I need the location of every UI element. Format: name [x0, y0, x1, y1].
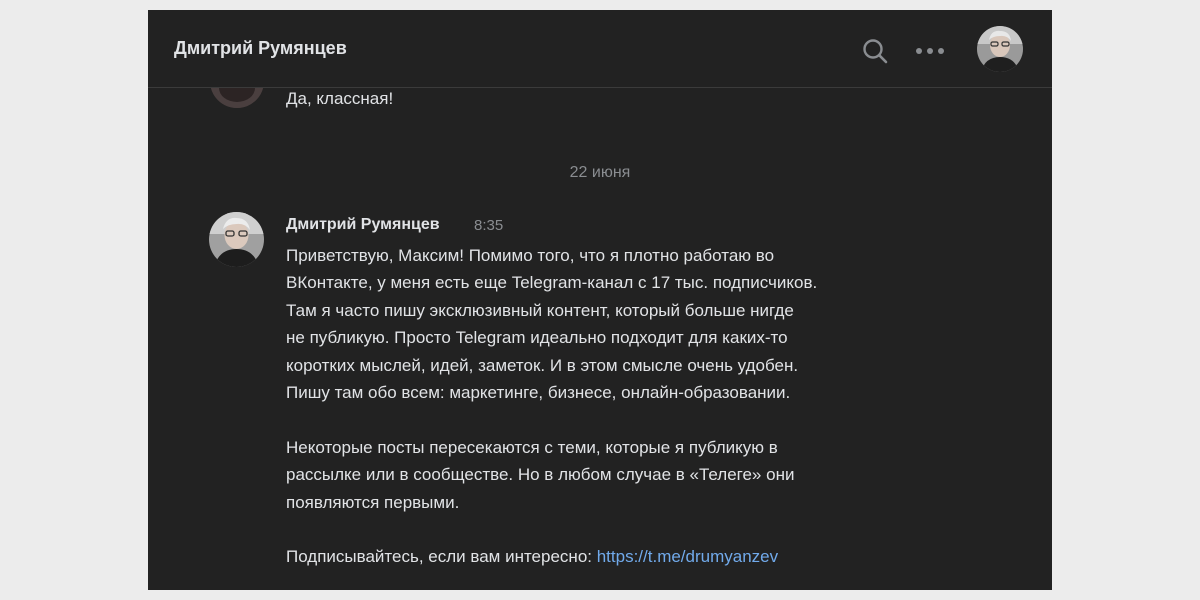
date-separator: 22 июня	[569, 164, 631, 181]
chat-header: Дмитрий Румянцев	[148, 10, 1052, 88]
chat-title: Дмитрий Румянцев	[174, 38, 347, 58]
avatar[interactable]	[977, 26, 1023, 72]
message-line: не публикую. Просто Telegram идеально по…	[286, 328, 788, 348]
previous-message-text: Да, классная!	[286, 89, 394, 108]
telegram-link[interactable]: https://t.me/drumyanzev	[597, 547, 778, 566]
message-line: Приветствую, Максим! Помимо того, что я …	[286, 246, 775, 265]
more-icon[interactable]	[915, 46, 945, 56]
cta-text: Подписывайтесь, если вам интересно:	[286, 547, 597, 567]
message-cta-line: Подписывайтесь, если вам интересно: http…	[286, 543, 986, 570]
message-line: Пишу там обо всем: маркетинге, бизнесе, …	[286, 383, 791, 403]
message-line: Некоторые посты пересекаются с теми, кот…	[286, 437, 778, 457]
message-author-avatar[interactable]	[209, 212, 264, 267]
message-line: появляются первыми.	[286, 492, 460, 512]
message-line: ВКонтакте, у меня есть еще Telegram-кана…	[286, 273, 818, 293]
chat-window: Дмитрий Румянцев Да, классная! 22 июня Д…	[148, 10, 1052, 590]
previous-message-avatar[interactable]	[210, 88, 264, 108]
message-line: коротких мыслей, идей, заметок. И в этом…	[286, 355, 799, 375]
message-author-name[interactable]: Дмитрий Румянцев	[286, 216, 440, 234]
search-icon[interactable]	[862, 38, 888, 64]
message-line: Там я часто пишу эксклюзивный контент, к…	[286, 300, 794, 320]
message-line: рассылке или в сообществе. Но в любом сл…	[286, 465, 795, 485]
message-feed[interactable]: Да, классная! 22 июня Дмитрий Румянцев 8…	[148, 88, 1052, 590]
message-timestamp: 8:35	[474, 217, 504, 234]
message-text: Приветствую, Максим! Помимо того, что я …	[286, 242, 986, 571]
